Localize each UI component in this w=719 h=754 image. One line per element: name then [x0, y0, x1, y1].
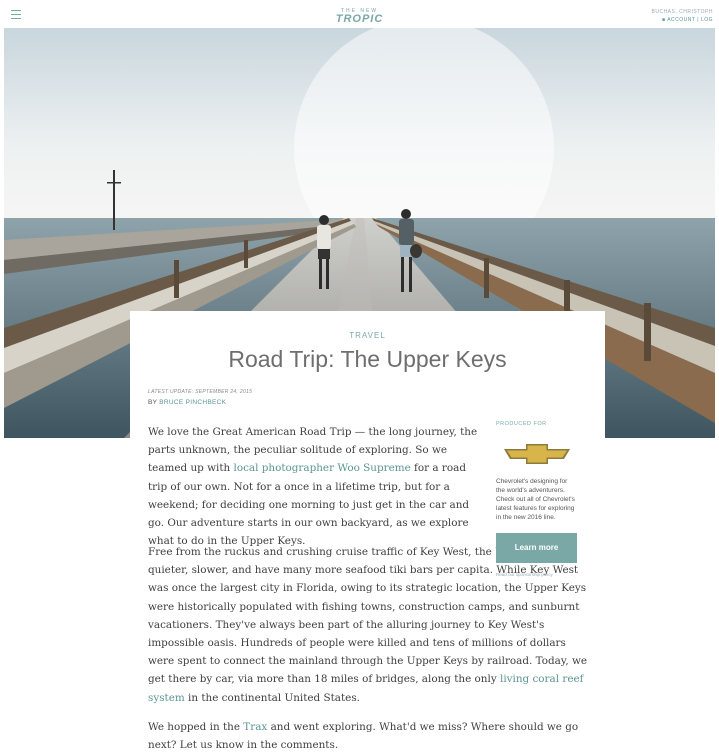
user-menu: BUCHAS, CHRISTOPH ■ ACCOUNT | LOG	[652, 8, 713, 24]
sponsor-blurb: Chevrolet's designing for the world's ad…	[496, 478, 575, 521]
top-navigation-bar: THE NEW TROPIC BUCHAS, CHRISTOPH ■ ACCOU…	[0, 0, 719, 28]
byline: BY BRUCE PINCHBECK	[148, 399, 226, 406]
paragraph-2-text-a: Free from the ruckus and crushing cruise…	[148, 546, 587, 686]
paragraph-1-text-b: for a road trip of our own. Not for a on…	[148, 462, 470, 548]
logo-main-text: TROPIC	[335, 13, 384, 25]
account-icon: ■	[662, 17, 666, 23]
sponsor-box: PRODUCED FOR Chevrolet's designing for t…	[496, 421, 581, 577]
sponsorship-policy-link[interactable]: Read our sponsorship policy	[496, 572, 553, 577]
sponsor-label: PRODUCED FOR	[496, 421, 547, 427]
log-link[interactable]: LOG	[701, 17, 713, 23]
paragraph-2: Free from the ruckus and crushing cruise…	[148, 543, 590, 707]
photographer-link[interactable]: local photographer Woo Supreme	[234, 462, 411, 474]
paragraph-2-text-b: in the continental United States.	[188, 691, 360, 704]
paragraph-3: We hopped in the Trax and went exploring…	[148, 718, 590, 754]
article-title: Road Trip: The Upper Keys	[228, 346, 507, 372]
byline-prefix: BY	[148, 399, 158, 406]
account-link[interactable]: ACCOUNT	[667, 17, 695, 23]
trax-link[interactable]: Trax	[243, 721, 267, 733]
user-name: BUCHAS, CHRISTOPH	[651, 9, 713, 15]
paragraph-1: We love the Great American Road Trip — t…	[148, 423, 488, 550]
section-label[interactable]: TRAVEL	[130, 331, 605, 340]
learn-more-button[interactable]: Learn more	[496, 533, 577, 563]
author-link[interactable]: BRUCE PINCHBECK	[159, 399, 226, 406]
chevrolet-bowtie-icon[interactable]	[502, 443, 572, 465]
paragraph-3-text-a: We hopped in the	[148, 721, 240, 733]
latest-update: LATEST UPDATE: SEPTEMBER 24, 2015	[148, 389, 253, 395]
site-logo[interactable]: THE NEW TROPIC	[0, 8, 719, 25]
